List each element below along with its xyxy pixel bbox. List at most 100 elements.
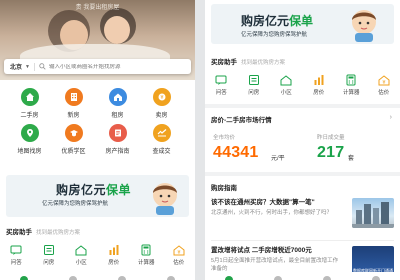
tool-label: 计算器 <box>137 260 155 266</box>
chevron-down-icon: ▼ <box>25 63 30 70</box>
tool-label: 计算器 <box>342 90 360 96</box>
list-divider <box>211 240 394 241</box>
tool-ask-house[interactable]: 问房 <box>239 74 269 96</box>
svg-text:¥: ¥ <box>160 95 163 101</box>
tool-label: 问房 <box>248 90 260 96</box>
tab-profile[interactable] <box>371 276 380 280</box>
banner-title-accent: 保单 <box>106 183 132 197</box>
article-item[interactable]: 置改增将试点 二手房增税近7000元 5月1日起全面推开营改增试点，最全目前置改… <box>211 246 394 276</box>
tool-label: 估价 <box>378 90 390 96</box>
tool-label: 小区 <box>75 260 87 266</box>
helper-toolbar: 问答 问房 小区 房价 计算器 ¥ 估价 <box>0 244 195 266</box>
article-desc: 5月1日起全面推开营改增试点，最全目前置改增工作准备的 <box>211 258 339 272</box>
grid-item-maifang[interactable]: ¥ 卖房 <box>142 88 181 119</box>
banner-title-main: 购房亿元 <box>56 183 107 197</box>
tool-ask-house[interactable]: 问房 <box>34 244 64 266</box>
tab-discover[interactable] <box>274 276 283 280</box>
search-bar[interactable]: 北京 ▼ <box>4 59 191 74</box>
hero-subtitle: 贵 我要出租房屋 <box>75 5 120 11</box>
article-title: 该不该在通州买房？大数据"算一笔" <box>211 199 315 206</box>
section-divider <box>205 172 400 176</box>
helper-toolbar: 问答 问房 小区 房价 计算器 ¥ 估价 <box>205 74 400 96</box>
tool-calculator[interactable]: 计算器 <box>336 74 366 96</box>
house-icon <box>20 88 39 106</box>
grid-item-deals[interactable]: 查成交 <box>142 124 181 155</box>
sell-icon: ¥ <box>152 88 171 106</box>
tool-qa[interactable]: 问答 <box>206 74 236 96</box>
tool-qa[interactable]: 问答 <box>1 244 31 266</box>
tool-calculator[interactable]: 计算器 <box>131 244 161 266</box>
tab-messages[interactable] <box>322 276 331 280</box>
grid-item-label: 租房 <box>111 113 124 119</box>
tab-messages[interactable] <box>117 276 126 280</box>
ask-house-icon <box>248 75 259 85</box>
grid-item-ershoufang[interactable]: 二手房 <box>10 88 49 119</box>
banner-title-main: 购房亿元 <box>241 14 290 28</box>
svg-text:¥: ¥ <box>382 80 385 86</box>
grid-item-label: 新房 <box>67 113 80 119</box>
chevron-right-icon[interactable]: › <box>390 114 392 121</box>
deal-icon <box>152 124 171 142</box>
market-title[interactable]: 房价-二手房市场行情 <box>211 114 272 124</box>
home-screen: 贵 我要出租房屋 北京 ▼ 二手房 新房 租房 ¥ 卖房 地图找房 <box>0 0 195 280</box>
city-selector[interactable]: 北京 <box>4 62 25 71</box>
cartoon-character-icon <box>153 183 177 215</box>
tab-home[interactable] <box>20 276 29 280</box>
insurance-banner[interactable]: 购房亿元保单 亿元保障为您购房保驾护航 <box>211 4 394 44</box>
price-icon <box>314 75 324 85</box>
svg-text:¥: ¥ <box>177 250 180 256</box>
helper-header: 买房助手 找到最优购房方案 <box>6 226 80 236</box>
community-icon <box>280 75 292 86</box>
helper-hint: 找到最优购房方案 <box>36 230 81 236</box>
deals-value: 217 <box>317 144 345 161</box>
home-screen-scrolled: 购房亿元保单 亿元保障为您购房保驾护航 买房助手 找到最优购房方案 问答 问房 小… <box>205 0 400 280</box>
ask-house-icon <box>43 245 54 255</box>
grid-item-label: 优质学区 <box>61 149 86 155</box>
valuation-icon: ¥ <box>173 245 185 256</box>
helper-header: 买房助手 找到最优购房方案 <box>211 56 285 66</box>
helper-hint: 找到最优购房方案 <box>241 60 286 66</box>
tool-community[interactable]: 小区 <box>271 74 301 96</box>
tool-price[interactable]: 房价 <box>99 244 129 266</box>
tab-home[interactable] <box>225 276 234 280</box>
article-thumbnail-image <box>352 202 394 228</box>
tool-label: 房价 <box>108 260 120 266</box>
article-thumbnail <box>352 198 394 228</box>
cartoon-character-icon <box>352 10 376 42</box>
tool-label: 房价 <box>313 90 325 96</box>
grid-item-xinfang[interactable]: 新房 <box>54 88 93 119</box>
tool-valuation[interactable]: ¥ 估价 <box>369 74 399 96</box>
bottom-tab-bar <box>205 272 400 280</box>
banner-title: 购房亿元保单 <box>241 12 313 29</box>
guide-icon <box>108 124 127 142</box>
tool-valuation[interactable]: ¥ 估价 <box>164 244 194 266</box>
tool-price[interactable]: 房价 <box>304 74 334 96</box>
article-title: 置改增将试点 二手房增税近7000元 <box>211 247 312 254</box>
qa-icon <box>10 245 22 255</box>
hero-figure-face-2 <box>104 16 130 44</box>
rent-icon <box>108 88 127 106</box>
grid-item-guide[interactable]: 房产指南 <box>98 124 137 155</box>
tab-profile[interactable] <box>166 276 175 280</box>
deals-unit: 套 <box>348 156 355 162</box>
tool-label: 问房 <box>43 260 55 266</box>
insurance-banner[interactable]: 购房亿元保单 亿元保障为您购房保驾护航 <box>6 175 189 217</box>
tool-label: 问答 <box>10 260 22 266</box>
search-divider <box>33 62 35 71</box>
community-icon <box>75 245 87 256</box>
grid-item-zufang[interactable]: 租房 <box>98 88 137 119</box>
helper-title: 买房助手 <box>211 59 237 66</box>
grid-item-school[interactable]: 优质学区 <box>54 124 93 155</box>
valuation-icon: ¥ <box>378 75 390 86</box>
grid-item-map[interactable]: 地图找房 <box>10 124 49 155</box>
guide-title: 购房指南 <box>211 185 237 192</box>
article-item[interactable]: 该不该在通州买房？大数据"算一笔" 北京通州，火到不行，何时出手，你都想好了吗？ <box>211 198 394 228</box>
tool-label: 小区 <box>280 90 292 96</box>
grid-item-label: 房产指南 <box>105 149 130 155</box>
search-input[interactable] <box>48 63 169 70</box>
tool-community[interactable]: 小区 <box>66 244 96 266</box>
banner-title-accent: 保单 <box>289 14 314 28</box>
tool-label: 问答 <box>215 90 227 96</box>
grid-item-label: 查成交 <box>152 149 171 155</box>
tab-discover[interactable] <box>69 276 78 280</box>
